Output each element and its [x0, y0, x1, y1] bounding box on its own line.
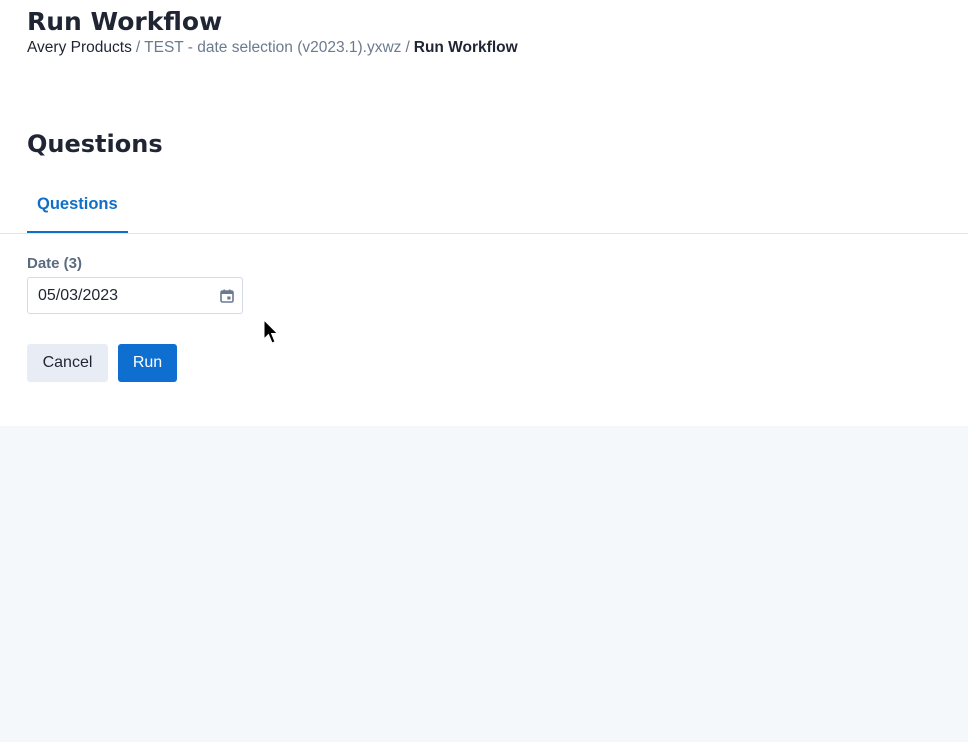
- breadcrumb: Avery Products / TEST - date selection (v2…: [27, 38, 518, 58]
- tab-questions[interactable]: Questions: [27, 184, 128, 233]
- breadcrumb-current: Run Workflow: [413, 39, 518, 56]
- date-field-label: Date (3): [27, 255, 83, 272]
- section-title: Questions: [27, 130, 163, 158]
- workflow-panel: Run Workflow Avery Products / TEST - date …: [0, 0, 968, 426]
- date-input-value: 05/03/2023: [38, 287, 119, 304]
- tab-bar: Questions: [0, 184, 968, 234]
- page: Run Workflow Avery Products / TEST - date …: [0, 0, 968, 742]
- cancel-button[interactable]: Cancel: [27, 344, 108, 382]
- date-input[interactable]: 05/03/2023: [27, 277, 243, 314]
- run-button[interactable]: Run: [118, 344, 177, 382]
- breadcrumb-item-workspace[interactable]: Avery Products: [27, 39, 132, 56]
- mouse-cursor-icon: [263, 319, 279, 344]
- page-title: Run Workflow: [27, 7, 223, 36]
- breadcrumb-separator: /: [135, 39, 141, 56]
- breadcrumb-item-workflow[interactable]: TEST - date selection (v2023.1).yxwz: [144, 39, 401, 56]
- breadcrumb-separator: /: [405, 39, 410, 56]
- calendar-icon[interactable]: [220, 289, 234, 303]
